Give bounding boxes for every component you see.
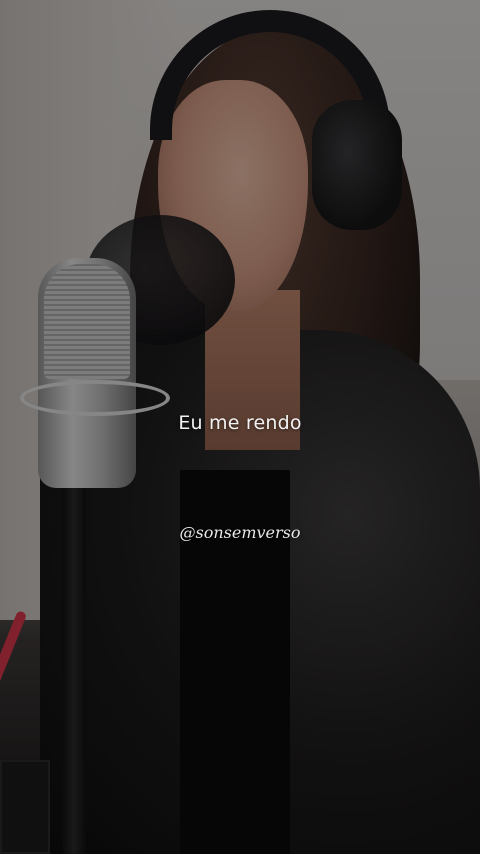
watermark-handle: @sonsemverso xyxy=(179,523,301,542)
video-frame[interactable]: Eu me rendo @sonsemverso xyxy=(0,0,480,854)
lyric-caption: Eu me rendo xyxy=(178,412,302,434)
